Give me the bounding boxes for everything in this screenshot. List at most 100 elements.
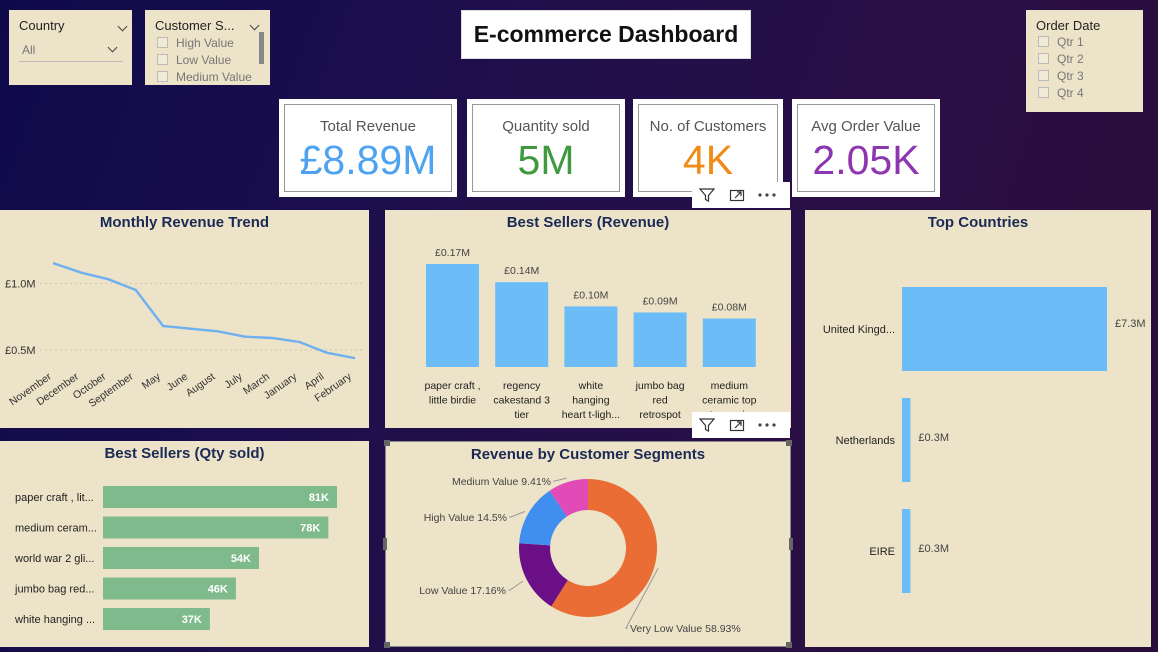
category-label: retrospot (639, 409, 681, 421)
category-label: regency (503, 380, 541, 392)
segment-scrollbar[interactable] (259, 32, 264, 64)
bar (103, 486, 337, 508)
resize-handle[interactable] (383, 538, 387, 550)
filter-icon[interactable] (692, 412, 722, 438)
chevron-down-icon[interactable] (249, 20, 260, 31)
bar (902, 287, 1107, 371)
bar (495, 282, 549, 367)
data-point (107, 278, 110, 281)
date-option-qtr2[interactable]: Qtr 2 (1038, 50, 1084, 67)
bar (633, 312, 687, 367)
bar (902, 398, 911, 482)
resize-handle[interactable] (384, 642, 390, 648)
data-point (298, 340, 301, 344)
panel-title: Best Sellers (Qty sold) (104, 445, 265, 462)
category-label: heart t-ligh... (562, 409, 620, 421)
category-label: EIRE (869, 546, 895, 558)
y-tick-label: £0.5M (5, 345, 36, 357)
category-label: cakestand 3 (493, 395, 550, 407)
panel-title: Top Countries (927, 214, 1029, 231)
segment-option-high[interactable]: High Value (157, 34, 252, 51)
more-options-icon[interactable] (752, 182, 782, 208)
checkbox[interactable] (1038, 87, 1049, 98)
kpi-label: Total Revenue (320, 118, 416, 135)
country-slicer-label: Country (19, 18, 65, 33)
country-slicer[interactable]: Country All (9, 10, 132, 85)
top-countries-bar-chart: United Kingd... £7.3M Netherlands £0.3M EIRE… (823, 287, 1146, 593)
category-label: jumbo bag (635, 380, 685, 392)
data-label: £0.3M (918, 543, 949, 555)
best-sellers-qty-panel[interactable]: Best Sellers (Qty sold) paper craft , li… (0, 441, 369, 647)
data-label: Very Low Value 58.93% (630, 623, 741, 635)
customer-segment-slicer-label: Customer S... (155, 18, 235, 33)
best-sellers-revenue-panel[interactable]: Best Sellers (Revenue) £0.17M paper craft… (385, 210, 791, 428)
data-label: Medium Value 9.41% (452, 476, 551, 488)
filter-icon[interactable] (692, 182, 722, 208)
checkbox[interactable] (1038, 53, 1049, 64)
visual-header-toolbar[interactable] (692, 182, 790, 208)
country-dropdown-value: All (22, 43, 36, 57)
y-tick-label: £1.0M (5, 278, 36, 290)
date-option-qtr1[interactable]: Qtr 1 (1038, 33, 1084, 50)
kpi-value: 5M (517, 137, 575, 183)
chevron-down-icon (107, 42, 118, 53)
kpi-label: Avg Order Value (811, 118, 921, 135)
checkbox[interactable] (1038, 36, 1049, 47)
category-label: red (653, 395, 668, 407)
best-sellers-qty-bar-chart: paper craft , lit... 81K medium ceram... 78… (14, 486, 337, 630)
kpi-card-total-revenue[interactable]: Total Revenue £8.89M (279, 99, 457, 197)
category-label: white (578, 380, 604, 392)
monthly-revenue-panel[interactable]: Monthly Revenue Trend £1.0M £0.5M November… (0, 210, 369, 428)
monthly-revenue-line-chart: £1.0M£0.5MNovemberDecemberOctoberSeptemb… (5, 262, 362, 410)
date-option-qtr3[interactable]: Qtr 3 (1038, 67, 1084, 84)
focus-mode-icon[interactable] (722, 182, 752, 208)
visual-header-toolbar[interactable] (692, 412, 790, 438)
data-label: £0.17M (435, 247, 470, 259)
data-point (161, 324, 165, 328)
best-sellers-revenue-bar-chart: £0.17M paper craft , little birdie £0.14M re… (424, 247, 756, 421)
segment-option-low[interactable]: Low Value (157, 51, 252, 68)
data-label: 46K (208, 584, 228, 596)
resize-handle[interactable] (384, 440, 390, 446)
data-point (243, 335, 247, 338)
bar (103, 516, 329, 539)
panel-title: Revenue by Customer Segments (470, 446, 706, 463)
resize-handle[interactable] (789, 538, 793, 550)
data-label: 54K (231, 553, 251, 565)
checkbox[interactable] (1038, 70, 1049, 81)
data-label: High Value 14.5% (424, 512, 507, 524)
resize-handle[interactable] (786, 440, 792, 446)
data-point (52, 262, 56, 265)
more-options-icon[interactable] (752, 412, 782, 438)
focus-mode-icon[interactable] (722, 412, 752, 438)
segment-option-medium[interactable]: Medium Value (157, 68, 252, 85)
checkbox[interactable] (157, 37, 168, 48)
category-label: world war 2 gli... (14, 553, 94, 565)
kpi-value: 4K (682, 137, 734, 183)
data-label: Low Value 17.16% (419, 585, 506, 597)
chevron-down-icon[interactable] (117, 21, 128, 32)
data-label: £0.09M (643, 295, 678, 307)
top-countries-panel[interactable]: Top Countries United Kingd... £7.3M Nether… (805, 210, 1151, 647)
country-dropdown[interactable]: All (19, 40, 123, 62)
data-point (189, 327, 192, 330)
order-date-slicer[interactable]: Order Date Qtr 1 Qtr 2 Qtr 3 Qtr 4 (1026, 10, 1143, 112)
checkbox[interactable] (157, 54, 168, 65)
kpi-card-avg-order-value[interactable]: Avg Order Value 2.05K (792, 99, 940, 197)
customer-segments-panel[interactable]: Revenue by Customer Segments Very Low Va… (383, 440, 793, 648)
category-label: tier (514, 409, 529, 421)
leader-line (553, 477, 567, 482)
revenue-line (53, 262, 355, 360)
panel-title: Best Sellers (Revenue) (506, 214, 670, 231)
customer-segments-donut-chart: Very Low Value 58.93% Low Value 17.16% Hig… (419, 476, 741, 635)
date-option-qtr4[interactable]: Qtr 4 (1038, 84, 1084, 101)
checkbox[interactable] (157, 71, 168, 82)
resize-handle[interactable] (786, 642, 792, 648)
customer-segment-slicer[interactable]: Customer S... High Value Low Value Mediu… (145, 10, 270, 85)
category-label: medium ceram... (15, 523, 97, 535)
order-date-slicer-label: Order Date (1036, 18, 1101, 33)
bar (702, 318, 756, 367)
x-tick-label: August (184, 371, 218, 400)
kpi-card-quantity-sold[interactable]: Quantity sold 5M (467, 99, 625, 197)
data-point (134, 288, 138, 292)
